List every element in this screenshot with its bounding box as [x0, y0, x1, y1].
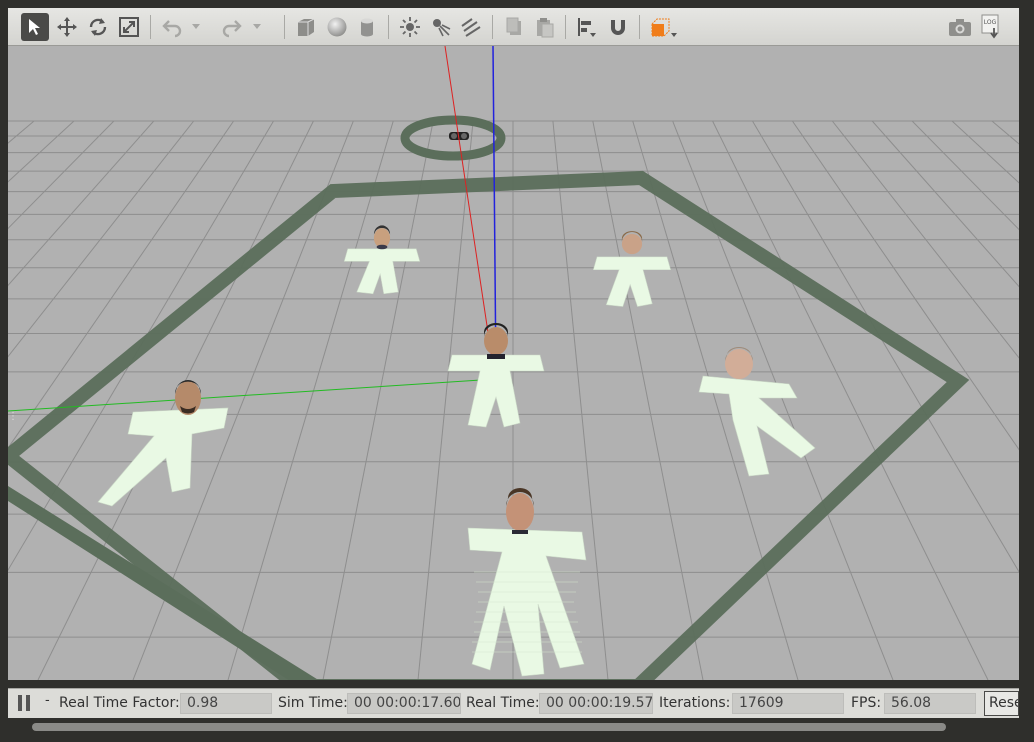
- left-panel-handle[interactable]: ⋮: [8, 412, 18, 422]
- step-dash: -: [45, 693, 50, 708]
- gazebo-window: LOG - Real Time Factor: 0.98 Sim Time: 0…: [0, 0, 1034, 742]
- redo-icon[interactable]: [218, 13, 246, 41]
- spot-light-icon[interactable]: [427, 13, 455, 41]
- cylinder-shape-icon[interactable]: [353, 13, 381, 41]
- horizontal-scrollbar[interactable]: [8, 720, 1019, 734]
- copy-icon[interactable]: [500, 13, 528, 41]
- screenshot-camera-icon[interactable]: [946, 13, 974, 41]
- directional-light-icon[interactable]: [457, 13, 485, 41]
- 3d-viewport[interactable]: ⋮ ⋮: [8, 46, 1019, 680]
- redo-dropdown-icon[interactable]: [250, 13, 264, 41]
- scrollbar-thumb[interactable]: [32, 723, 946, 731]
- sim-time-label: Sim Time:: [278, 695, 348, 711]
- iterations-value: 17609: [732, 693, 844, 714]
- view-angle-icon[interactable]: [646, 13, 682, 41]
- box-shape-icon[interactable]: [292, 13, 320, 41]
- paste-icon[interactable]: [531, 13, 559, 41]
- translate-icon[interactable]: [53, 13, 81, 41]
- log-icon[interactable]: LOG: [977, 13, 1005, 41]
- fps-value: 56.08: [884, 693, 976, 714]
- real-time-factor-value: 0.98: [180, 693, 272, 714]
- align-icon[interactable]: [573, 13, 601, 41]
- sim-time-value: 00 00:00:17.609: [347, 693, 461, 714]
- log-label: LOG: [984, 19, 997, 26]
- pause-icon[interactable]: [17, 695, 33, 711]
- point-light-icon[interactable]: [396, 13, 424, 41]
- undo-icon[interactable]: [158, 13, 186, 41]
- real-time-factor-label: Real Time Factor:: [59, 695, 180, 711]
- fps-label: FPS:: [851, 695, 882, 711]
- scene-render: [8, 46, 1019, 680]
- toolbar: LOG: [8, 8, 1019, 46]
- time-panel: - Real Time Factor: 0.98 Sim Time: 00 00…: [8, 688, 1019, 718]
- real-time-value: 00 00:00:19.576: [539, 693, 653, 714]
- rotate-icon[interactable]: [84, 13, 112, 41]
- real-time-label: Real Time:: [466, 695, 540, 711]
- snap-magnet-icon[interactable]: [604, 13, 632, 41]
- scale-icon[interactable]: [115, 13, 143, 41]
- reset-button[interactable]: Rese: [984, 691, 1019, 716]
- iterations-label: Iterations:: [659, 695, 731, 711]
- undo-dropdown-icon[interactable]: [189, 13, 203, 41]
- sphere-shape-icon[interactable]: [323, 13, 351, 41]
- select-arrow-icon[interactable]: [21, 13, 49, 41]
